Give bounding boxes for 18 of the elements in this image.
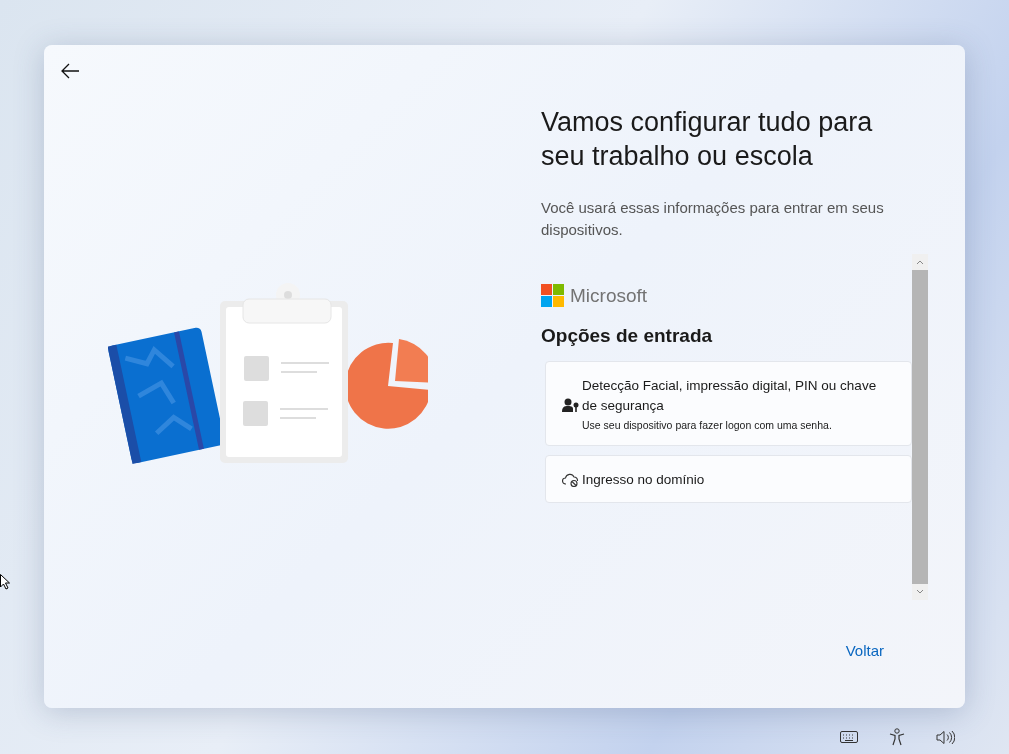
- page-title: Vamos configurar tudo para seu trabalho ou escola: [541, 106, 874, 173]
- pie-chart-icon: [345, 339, 428, 429]
- cloud-icon: [562, 473, 579, 487]
- sign-in-option[interactable]: Detecção Facial, impressão digital, PIN ou chave de segurança Use seu dispositivo para fazer logon com uma senha.: [545, 361, 912, 446]
- scroll-up-icon[interactable]: [916, 259, 924, 265]
- speaker-icon[interactable]: [936, 729, 955, 745]
- brand-name: Microsoft: [570, 284, 648, 307]
- back-link[interactable]: Voltar: [843, 640, 886, 661]
- scroll-down-icon[interactable]: [916, 589, 924, 595]
- scrollbar[interactable]: [912, 254, 928, 600]
- description-text: Você usará essas informações para entrar em seus dispositivos.: [541, 198, 885, 240]
- accessibility-icon[interactable]: [889, 728, 905, 746]
- section-title: Opções de entrada: [541, 325, 714, 347]
- four-squares-logo-icon: [541, 284, 564, 307]
- sign-in-option[interactable]: Ingresso no domínio: [545, 455, 912, 503]
- mouse-pointer-icon: [0, 574, 10, 590]
- keyboard-icon[interactable]: [840, 731, 858, 743]
- person-key-icon: [562, 397, 579, 412]
